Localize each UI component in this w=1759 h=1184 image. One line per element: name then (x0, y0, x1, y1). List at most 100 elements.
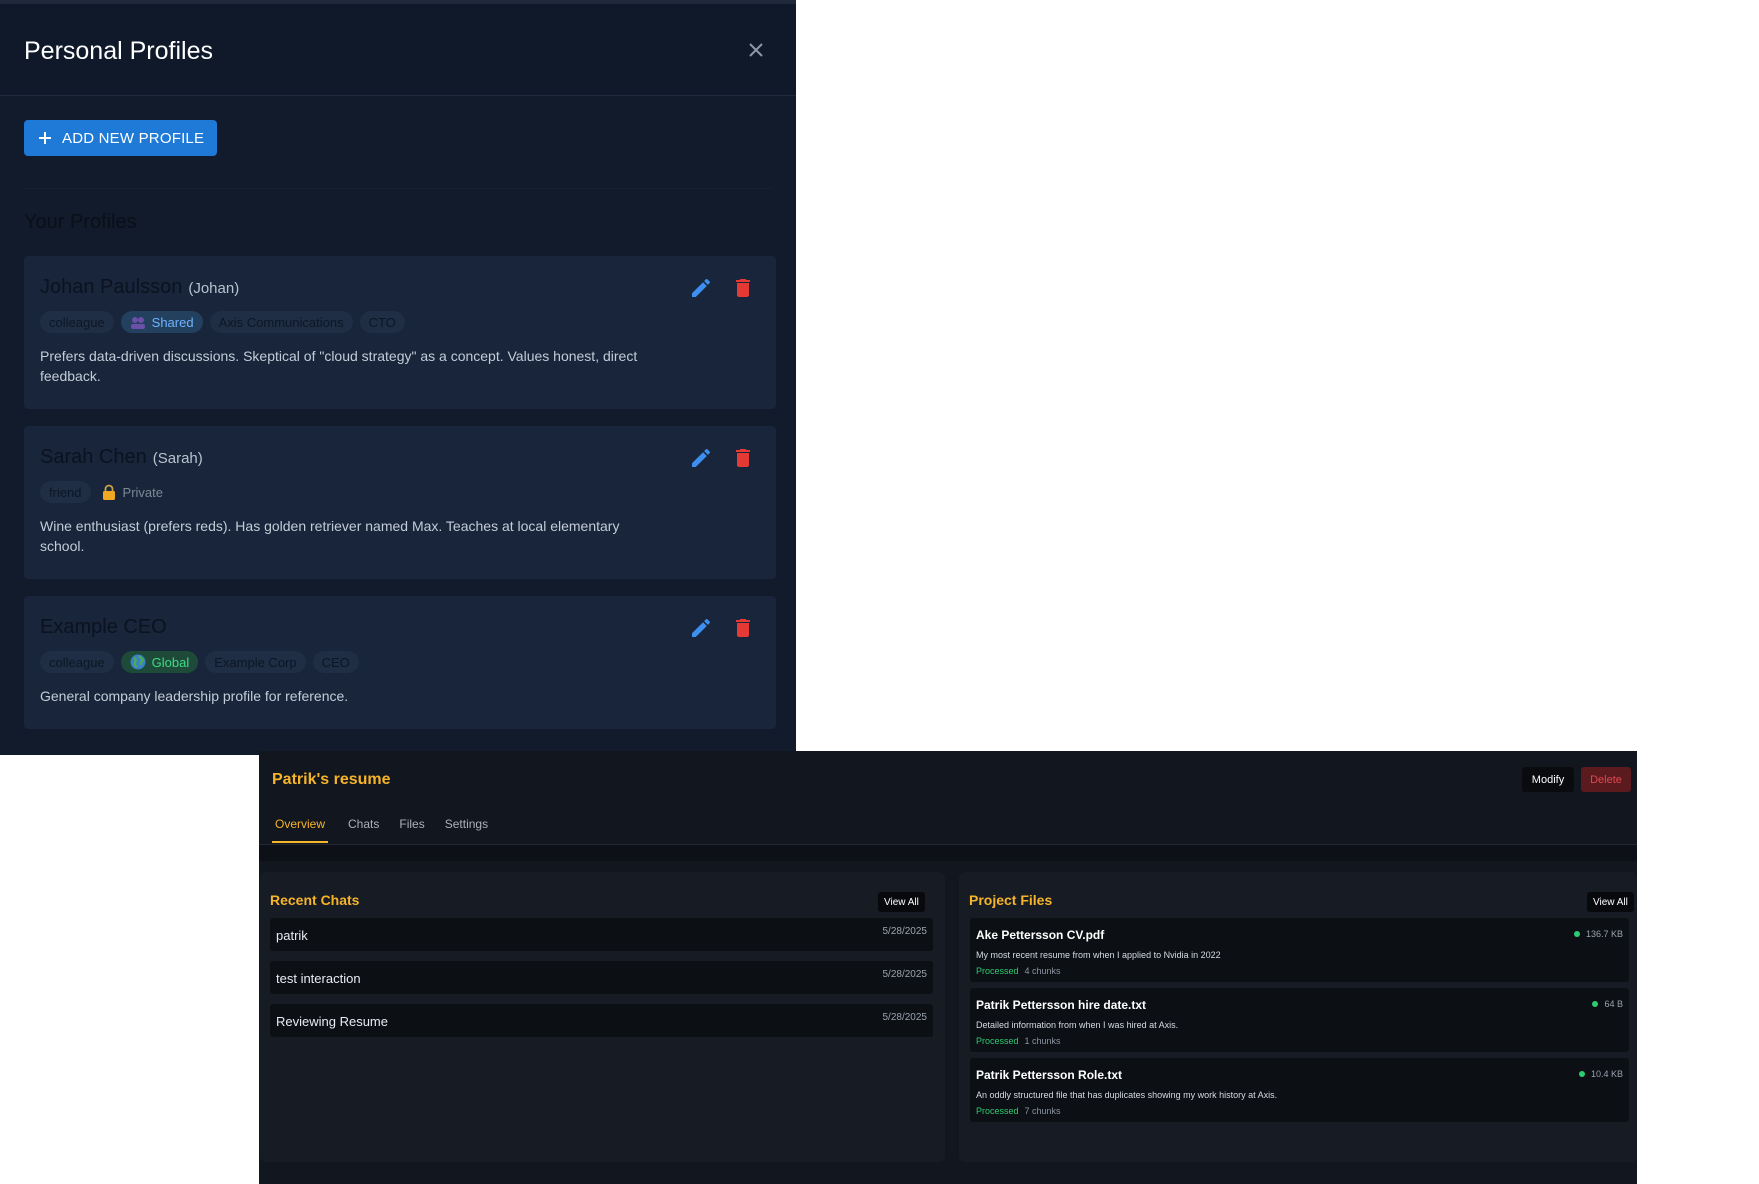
tab-settings[interactable]: Settings (445, 817, 488, 843)
project-files-panel: Project Files View All Ake Pettersson CV… (959, 872, 1637, 1162)
dialog-body: ADD NEW PROFILE Your Profiles Johan Paul… (0, 96, 796, 755)
project-title: Patrik's resume (272, 771, 391, 788)
file-description: An oddly structured file that has duplic… (976, 1090, 1278, 1100)
file-name: Patrik Pettersson hire date.txt (976, 998, 1147, 1012)
file-item[interactable]: Ake Pettersson CV.pdf 136.7 KB My most r… (970, 918, 1629, 982)
visibility-label: Shared (151, 314, 194, 330)
tag-role: CTO (359, 311, 405, 333)
file-description: Detailed information from when I was hir… (976, 1020, 1179, 1030)
tag-relationship: colleague (40, 311, 114, 333)
visibility-badge-global: Global (120, 651, 199, 673)
profile-card: Johan Paulsson (Johan) colleague Shared A… (24, 256, 776, 409)
file-size-text: 136.7 KB (1585, 929, 1623, 939)
profile-card: Example CEO colleague Global Example Cor… (24, 596, 776, 729)
file-description: My most recent resume from when I applie… (976, 950, 1221, 960)
profile-description: General company leadership profile for r… (40, 688, 349, 704)
chat-date: 5/28/2025 (882, 1012, 928, 1023)
file-size: 64 B (1592, 999, 1623, 1009)
modify-button[interactable]: Modify (1522, 767, 1574, 792)
project-tabs: Overview Chats Files Settings (272, 817, 508, 843)
profile-tags: colleague Global Example Corp CEO (40, 651, 359, 673)
recent-chats-title: Recent Chats (270, 892, 360, 908)
profile-description: Wine enthusiast (prefers reds). Has gold… (40, 518, 620, 554)
delete-icon[interactable] (731, 276, 755, 300)
file-item[interactable]: Patrik Pettersson hire date.txt 64 B Det… (970, 988, 1629, 1052)
project-files-title: Project Files (969, 892, 1053, 908)
lock-icon (102, 484, 115, 500)
file-status: Processed (976, 966, 1019, 976)
divider (24, 188, 772, 189)
view-all-chats-button[interactable]: View All (878, 892, 925, 912)
visibility-badge-shared: Shared (120, 311, 203, 333)
chat-name: test interaction (276, 971, 361, 986)
tag-relationship: friend (40, 481, 91, 503)
chat-item[interactable]: test interaction 5/28/2025 (270, 961, 933, 994)
profile-name-text: Johan Paulsson (40, 276, 183, 298)
globe-icon (130, 654, 146, 670)
tag-relationship: colleague (40, 651, 114, 673)
delete-icon[interactable] (731, 446, 755, 470)
delete-icon[interactable] (731, 616, 755, 640)
chat-name: patrik (276, 928, 308, 943)
tab-overview[interactable]: Overview (272, 817, 329, 843)
edit-icon[interactable] (689, 446, 713, 470)
file-status: Processed (976, 1036, 1019, 1046)
file-size: 10.4 KB (1578, 1069, 1623, 1079)
tag-role: CEO (312, 651, 359, 673)
file-meta: Processed 1 chunks (976, 1036, 1061, 1046)
status-dot (1592, 1001, 1599, 1007)
profile-name-text: Sarah Chen (40, 446, 147, 468)
visibility-label: Private (122, 484, 163, 500)
personal-profiles-dialog: Personal Profiles ADD NEW PROFILE Your P… (0, 0, 796, 755)
chat-date: 5/28/2025 (882, 969, 928, 980)
add-new-profile-label: ADD NEW PROFILE (62, 129, 205, 147)
delete-project-button[interactable]: Delete (1581, 767, 1631, 792)
tab-chats[interactable]: Chats (348, 817, 379, 843)
tabs-band (259, 845, 1637, 861)
file-chunks: 7 chunks (1024, 1106, 1061, 1116)
file-meta: Processed 4 chunks (976, 966, 1061, 976)
recent-chats-panel: Recent Chats View All patrik 5/28/2025 t… (260, 872, 945, 1162)
file-size: 136.7 KB (1573, 929, 1623, 939)
profile-name-text: Example CEO (40, 616, 167, 638)
chat-name: Reviewing Resume (276, 1014, 388, 1029)
profile-description: Prefers data-driven discussions. Skeptic… (40, 348, 638, 384)
people-icon (130, 317, 145, 329)
chat-item[interactable]: Reviewing Resume 5/28/2025 (270, 1004, 933, 1037)
file-size-text: 10.4 KB (1590, 1069, 1623, 1079)
edit-icon[interactable] (689, 276, 713, 300)
status-dot (1578, 1071, 1585, 1077)
add-new-profile-button[interactable]: ADD NEW PROFILE (24, 120, 217, 156)
file-chunks: 4 chunks (1024, 966, 1061, 976)
profile-name: Johan Paulsson (Johan) (40, 276, 239, 299)
file-status: Processed (976, 1106, 1019, 1116)
tag-company: Example Corp (205, 651, 306, 673)
profile-tags: colleague Shared Axis Communications CTO (40, 311, 405, 333)
dialog-header: Personal Profiles (0, 4, 796, 96)
dialog-title: Personal Profiles (24, 37, 213, 65)
file-meta: Processed 7 chunks (976, 1106, 1061, 1116)
profile-nickname: (Johan) (188, 280, 240, 297)
status-dot (1573, 931, 1580, 937)
visibility-badge-private: Private (98, 481, 167, 503)
file-item[interactable]: Patrik Pettersson Role.txt 10.4 KB An od… (970, 1058, 1629, 1122)
profile-name: Sarah Chen (Sarah) (40, 446, 203, 469)
file-name: Ake Pettersson CV.pdf (976, 928, 1105, 942)
tab-files[interactable]: Files (399, 817, 424, 843)
profile-name: Example CEO (40, 616, 173, 639)
file-size-text: 64 B (1604, 999, 1623, 1009)
close-icon[interactable] (744, 38, 768, 62)
tag-company: Axis Communications (209, 311, 353, 333)
profile-nickname: (Sarah) (152, 450, 203, 467)
plus-icon (39, 132, 51, 144)
view-all-files-button[interactable]: View All (1587, 892, 1634, 912)
file-chunks: 1 chunks (1024, 1036, 1061, 1046)
project-overview: Patrik's resume Modify Delete Overview C… (259, 751, 1637, 1184)
visibility-label: Global (151, 654, 190, 670)
profile-card: Sarah Chen (Sarah) friend Private Wine en… (24, 426, 776, 579)
chat-item[interactable]: patrik 5/28/2025 (270, 918, 933, 951)
edit-icon[interactable] (689, 616, 713, 640)
section-title: Your Profiles (24, 211, 137, 233)
profile-tags: friend Private (40, 481, 167, 503)
chat-date: 5/28/2025 (882, 926, 928, 937)
